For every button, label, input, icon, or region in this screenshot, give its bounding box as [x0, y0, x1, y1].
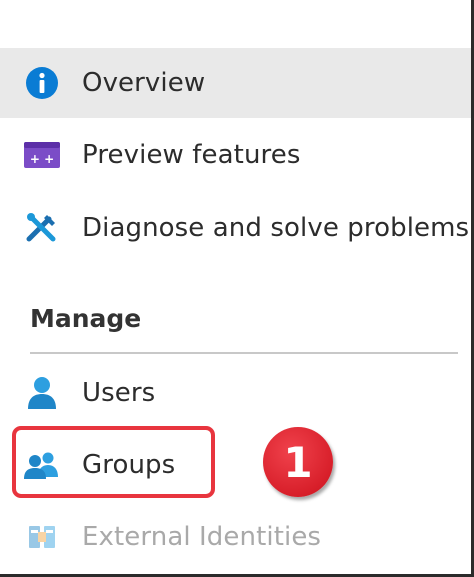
nav-item-diagnose[interactable]: Diagnose and solve problems: [0, 193, 471, 263]
section-divider: [30, 352, 458, 354]
highlight-box: [12, 426, 215, 498]
preview-features-icon: + +: [24, 137, 60, 173]
svg-text:+ +: + +: [30, 152, 54, 166]
nav-item-users[interactable]: Users: [0, 358, 471, 428]
navigation-panel: Overview + + Preview features Diagnose a…: [0, 0, 474, 577]
section-title-manage: Manage: [30, 304, 142, 333]
tools-icon: [24, 210, 60, 246]
nav-item-label: External Identities: [82, 522, 322, 552]
nav-item-preview-features[interactable]: + + Preview features: [0, 120, 471, 190]
user-icon: [24, 375, 60, 411]
callout-badge: 1: [263, 427, 333, 497]
nav-item-overview[interactable]: Overview: [0, 48, 471, 118]
nav-item-label: Preview features: [82, 140, 301, 170]
info-icon: [24, 65, 60, 101]
nav-item-label: Diagnose and solve problems: [82, 213, 470, 243]
nav-item-external-identities[interactable]: External Identities: [0, 502, 471, 572]
nav-item-label: Overview: [82, 68, 206, 98]
nav-item-label: Users: [82, 378, 156, 408]
external-identities-icon: [24, 519, 60, 555]
